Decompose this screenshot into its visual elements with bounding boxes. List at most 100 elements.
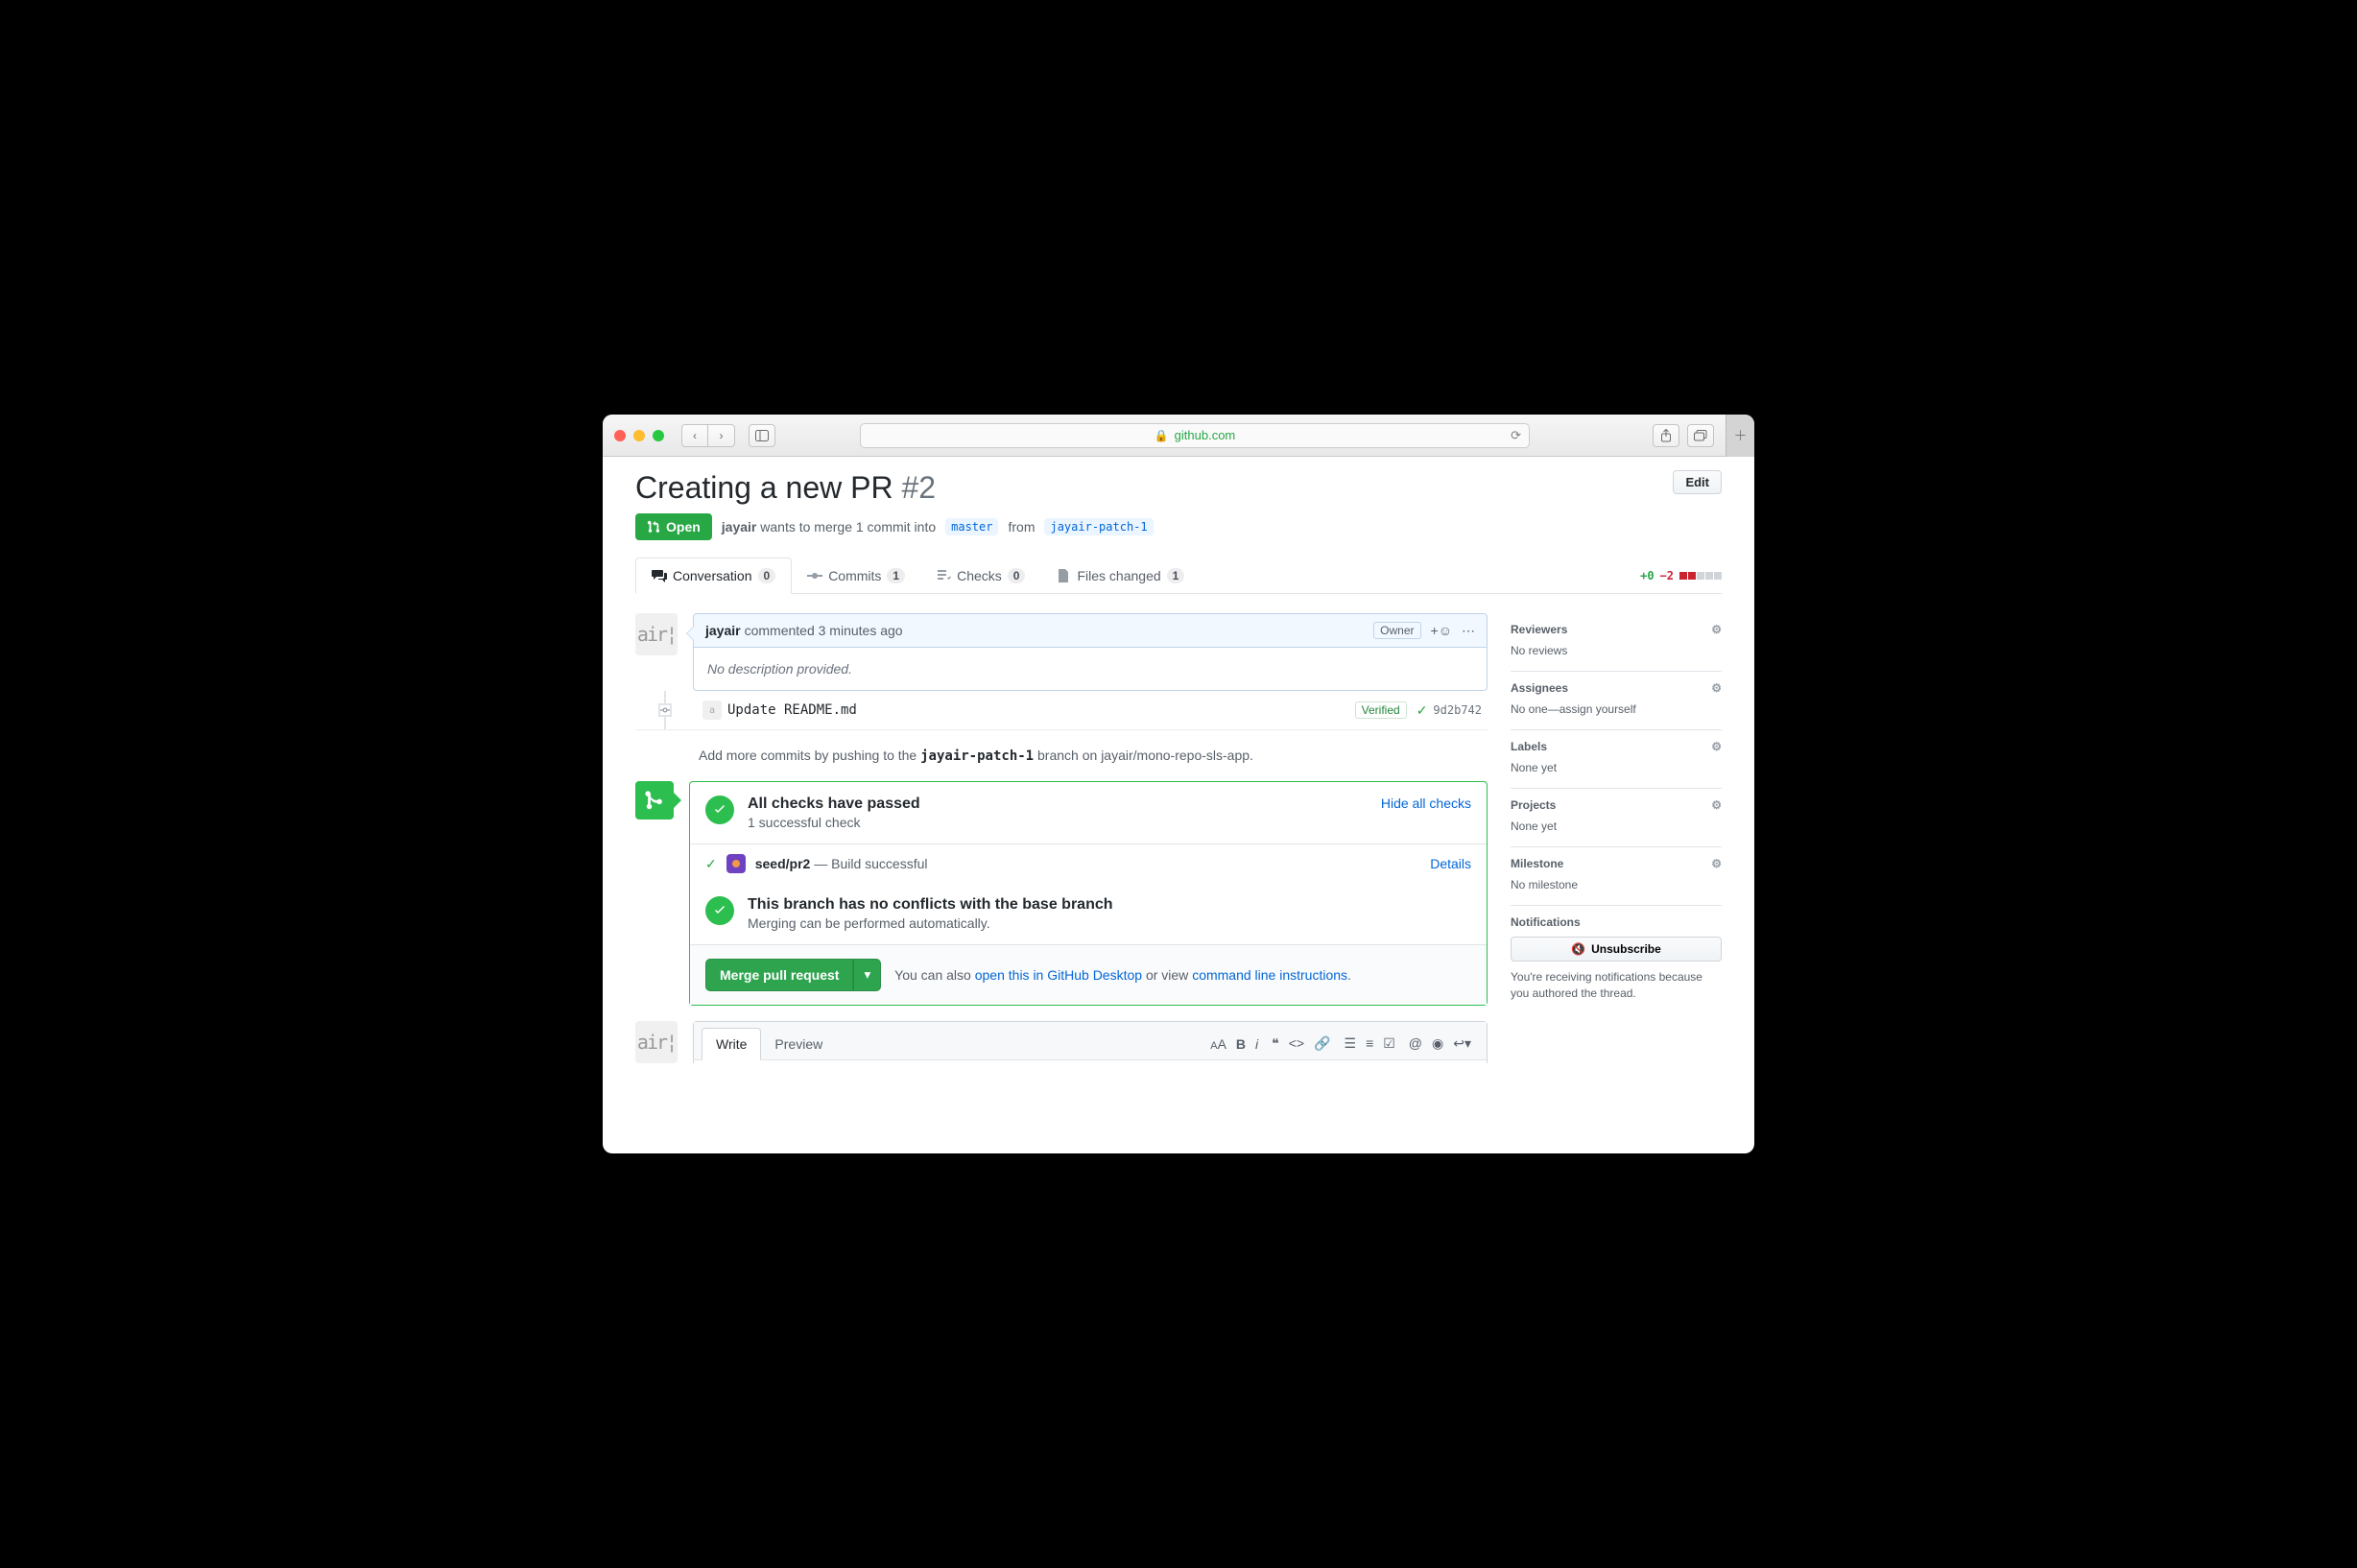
code-icon[interactable]: <> [1289,1035,1304,1052]
gear-icon[interactable]: ⚙ [1711,740,1722,753]
git-commit-icon [807,568,822,583]
merge-status-icon [635,781,674,820]
address-bar[interactable]: 🔒 github.com ⟳ [860,423,1530,448]
quote-icon[interactable]: ❝ [1272,1035,1279,1052]
cli-instructions-link[interactable]: command line instructions [1192,967,1347,983]
reply-icon[interactable]: ↩▾ [1453,1035,1471,1052]
tab-commits[interactable]: Commits 1 [792,558,920,593]
pr-meta: Open jayair wants to merge 1 commit into… [635,513,1722,540]
add-reaction-icon[interactable]: +☺ [1431,623,1452,638]
seed-app-icon [726,854,746,873]
author-avatar[interactable]: air¦ [635,613,678,655]
unsubscribe-button[interactable]: 🔇 Unsubscribe [1511,937,1722,962]
merge-action-row: Merge pull request ▾ You can also open t… [690,944,1487,1005]
traffic-lights [614,430,664,441]
link-icon[interactable]: 🔗 [1314,1035,1330,1052]
pr-title: Creating a new PR #2 [635,470,936,506]
comment-composer: Write Preview AA B i ❝ <> [693,1021,1488,1063]
close-window[interactable] [614,430,626,441]
merge-box: All checks have passed 1 successful chec… [689,781,1488,1006]
comment-menu-icon[interactable]: ⋯ [1462,623,1475,639]
forward-button[interactable]: › [708,424,735,447]
merge-options-caret[interactable]: ▾ [853,959,881,991]
back-button[interactable]: ‹ [681,424,708,447]
no-conflicts-sub: Merging can be performed automatically. [748,915,1113,931]
tabs-button[interactable] [1687,424,1714,447]
new-tab-button[interactable]: ＋ [1726,415,1754,457]
nav-buttons: ‹ › [681,424,735,447]
check-name[interactable]: seed/pr2 [755,856,811,871]
checklist-icon [936,568,951,583]
pr-author[interactable]: jayair [722,519,757,535]
git-pr-icon [647,520,660,534]
share-button[interactable] [1653,424,1679,447]
commit-sha[interactable]: 9d2b742 [1433,703,1482,717]
reload-icon[interactable]: ⟳ [1511,428,1521,443]
check-icon: ✓ [1417,702,1428,719]
safari-window: ‹ › 🔒 github.com ⟳ ＋ Creating a new PR #… [603,415,1754,1153]
pr-tabs: Conversation 0 Commits 1 Checks 0 Files … [635,558,1722,594]
file-diff-icon [1056,568,1071,583]
sidebar-toggle[interactable] [749,424,775,447]
push-hint: Add more commits by pushing to the jayai… [635,730,1488,781]
page-content: Creating a new PR #2 Edit Open jayair wa… [603,457,1754,1153]
bold-icon[interactable]: B [1236,1036,1246,1052]
sidebar: Reviewers ⚙ No reviews Assignees ⚙ No one—… [1511,613,1722,1153]
diffstat: +0 −2 [1640,569,1722,582]
tasklist-icon[interactable]: ☑ [1383,1035,1395,1052]
hide-checks-link[interactable]: Hide all checks [1381,796,1471,811]
titlebar: ‹ › 🔒 github.com ⟳ ＋ [603,415,1754,457]
gear-icon[interactable]: ⚙ [1711,798,1722,812]
labels-body: None yet [1511,761,1722,774]
tab-files-changed[interactable]: Files changed 1 [1040,558,1200,593]
comment-discussion-icon [652,568,667,583]
minimize-window[interactable] [633,430,645,441]
check-details-link[interactable]: Details [1430,856,1471,871]
compose-write-tab[interactable]: Write [702,1028,761,1060]
assignees-heading: Assignees [1511,681,1568,695]
assign-yourself-link[interactable]: No one—assign yourself [1511,702,1636,716]
tab-conversation[interactable]: Conversation 0 [635,558,792,594]
check-item: ✓ seed/pr2 — Build successful Details [690,843,1487,883]
comment-author[interactable]: jayair [705,623,741,638]
commit-node-icon [658,703,672,717]
reviewers-body: No reviews [1511,644,1722,657]
gear-icon[interactable]: ⚙ [1711,857,1722,870]
ul-icon[interactable]: ☰ [1345,1035,1357,1052]
current-user-avatar[interactable]: air¦ [635,1021,678,1063]
head-branch[interactable]: jayair-patch-1 [1044,518,1153,535]
projects-body: None yet [1511,820,1722,833]
check-success-icon: ✓ [705,856,717,872]
reviewers-heading: Reviewers [1511,623,1567,636]
diff-blocks [1679,572,1722,580]
lock-icon: 🔒 [1155,429,1169,442]
commit-author-avatar[interactable]: a [702,701,722,720]
text-size-icon[interactable]: AA [1210,1036,1226,1052]
saved-reply-icon[interactable]: ◉ [1432,1035,1443,1052]
tab-checks[interactable]: Checks 0 [920,558,1040,593]
notifications-heading: Notifications [1511,915,1581,929]
gear-icon[interactable]: ⚙ [1711,681,1722,695]
url-domain: github.com [1175,428,1236,442]
gear-icon[interactable]: ⚙ [1711,623,1722,636]
open-desktop-link[interactable]: open this in GitHub Desktop [975,967,1142,983]
zoom-window[interactable] [653,430,664,441]
new-comment-row: air¦ Write Preview AA B i [635,1021,1488,1063]
edit-button[interactable]: Edit [1673,470,1722,494]
checks-passed-sub: 1 successful check [748,815,920,830]
ol-icon[interactable]: ≡ [1366,1035,1373,1052]
base-branch[interactable]: master [945,518,998,535]
no-conflicts-title: This branch has no conflicts with the ba… [748,896,1113,914]
main-column: air¦ jayair commented 3 minutes ago Owne… [635,613,1488,1153]
state-badge-open: Open [635,513,712,540]
commit-message[interactable]: Update README.md [727,702,857,718]
verified-badge[interactable]: Verified [1355,701,1407,719]
mention-icon[interactable]: @ [1409,1035,1422,1052]
italic-icon[interactable]: i [1255,1036,1258,1052]
checks-passed-title: All checks have passed [748,796,920,813]
success-check-icon [705,796,734,824]
merge-pr-button[interactable]: Merge pull request [705,959,853,991]
markdown-toolbar: AA B i ❝ <> 🔗 ☰ [1210,1035,1479,1052]
compose-preview-tab[interactable]: Preview [761,1029,836,1059]
titlebar-right [1653,424,1714,447]
